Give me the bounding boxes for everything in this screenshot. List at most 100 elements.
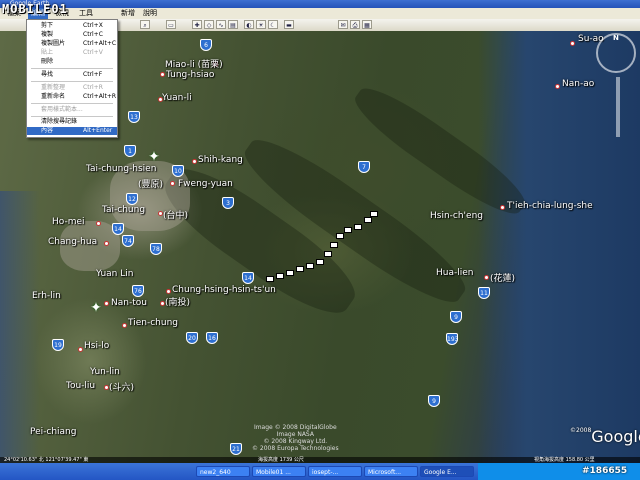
place-tienchung[interactable]: Tien-chung — [128, 318, 178, 328]
track-point[interactable] — [266, 276, 274, 282]
taskbar-button[interactable]: new2_640 — [196, 466, 250, 477]
menu-item-properties[interactable]: 內容 Alt+Enter — [27, 127, 117, 135]
place-fengyuan[interactable]: Fweng-yuan — [178, 179, 233, 189]
track-point[interactable] — [370, 211, 378, 217]
place-hsilo[interactable]: Hsi-lo — [84, 341, 109, 351]
track-point[interactable] — [324, 251, 332, 257]
sidebar-toggle-icon[interactable]: ▭ — [166, 20, 176, 29]
menu-item-refresh: 重新整理 Ctrl+R — [27, 84, 117, 92]
place-tungshiao[interactable]: Tung-hsiao — [166, 70, 214, 80]
placemark-icon[interactable]: ✚ — [192, 20, 202, 29]
menu-item-shortcut: Ctrl+V — [83, 49, 103, 56]
menu-item-shortcut: Alt+Enter — [83, 127, 113, 134]
menu-separator — [31, 103, 113, 104]
star-placemark-icon[interactable]: ✦ — [147, 150, 161, 164]
compass-north-icon: N — [613, 34, 619, 42]
place-taichunghsien[interactable]: Tai-chung-hsien — [86, 164, 156, 174]
road-shield-icon: 16 — [206, 332, 218, 344]
place-yunlin[interactable]: Yun-lin — [90, 367, 120, 377]
compass-control-icon[interactable]: N — [596, 33, 636, 73]
windows-taskbar: new2_640 Mobile01 ... iosept-... Microso… — [0, 463, 640, 480]
place-touliu-zh[interactable]: (斗六) — [109, 380, 134, 393]
taskbar-button[interactable]: Microsoft... — [364, 466, 418, 477]
menu-item-apply-style: 套用樣式範本... — [27, 106, 117, 114]
place-dot — [500, 205, 505, 210]
place-yuanli[interactable]: Yuan-li — [162, 93, 192, 103]
overlay-icon[interactable]: ▤ — [228, 20, 238, 29]
taskbar-button[interactable]: Mobile01 ... — [252, 466, 306, 477]
menu-item-rename[interactable]: 重新命名 Ctrl+Alt+R — [27, 93, 117, 101]
email-icon[interactable]: ✉ — [338, 20, 348, 29]
place-homei[interactable]: Ho-mei — [52, 217, 85, 227]
tour-icon[interactable]: ◐ — [244, 20, 254, 29]
menu-help[interactable]: 說明 — [140, 8, 160, 19]
place-shihkang[interactable]: Shih-kang — [198, 155, 243, 165]
copyright-line: Image NASA — [276, 431, 314, 438]
polygon-icon[interactable]: ◇ — [204, 20, 214, 29]
place-yuanlin[interactable]: Yuan Lin — [96, 269, 133, 279]
track-point[interactable] — [276, 273, 284, 279]
place-dot — [96, 221, 101, 226]
track-point[interactable] — [286, 270, 294, 276]
track-point[interactable] — [364, 217, 372, 223]
menu-item-clear-history[interactable]: 清除搜尋記錄 — [27, 118, 117, 126]
place-taichung[interactable]: Tai-chung — [102, 205, 145, 215]
menu-add[interactable]: 新增 — [118, 8, 138, 19]
place-peichiang[interactable]: Pei-chiang — [30, 427, 76, 437]
road-shield-icon: 14 — [242, 272, 254, 284]
menu-separator — [31, 81, 113, 82]
place-nanao[interactable]: Nan-ao — [562, 79, 594, 89]
menu-item-label: 套用樣式範本... — [41, 106, 83, 113]
place-changhua[interactable]: Chang-hua — [48, 237, 97, 247]
place-chunghsing[interactable]: Chung-hsing-hsin-ts'un — [172, 285, 276, 295]
menu-tools[interactable]: 工具 — [76, 8, 96, 19]
place-touliu[interactable]: Tou-liu — [66, 381, 95, 391]
place-tiehchia[interactable]: T'ieh-chia-lung-she — [507, 201, 593, 211]
sunlight-icon[interactable]: ☀ — [256, 20, 266, 29]
track-point[interactable] — [330, 242, 338, 248]
view-maps-icon[interactable]: ▦ — [362, 20, 372, 29]
menu-item-shortcut: Ctrl+F — [83, 71, 103, 78]
menu-item-label: 重新整理 — [41, 84, 66, 91]
taskbar-button[interactable]: iosept-... — [308, 466, 362, 477]
menu-item-shortcut: Ctrl+Alt+C — [83, 40, 117, 47]
track-point[interactable] — [344, 227, 352, 233]
track-point[interactable] — [306, 263, 314, 269]
place-erhlin[interactable]: Erh-lin — [32, 291, 61, 301]
road-shield-icon: 76 — [132, 285, 144, 297]
place-hualien-zh[interactable]: (花蓮) — [490, 271, 515, 284]
copyright-line: © 2008 Europa Technologies — [252, 445, 339, 452]
track-point[interactable] — [316, 259, 324, 265]
menu-item-delete[interactable]: 刪除 — [27, 58, 117, 66]
menu-item-cut[interactable]: 剪下 Ctrl+X — [27, 22, 117, 30]
taskbar-button-active[interactable]: Google E... — [420, 466, 474, 477]
road-shield-icon: 21 — [230, 443, 242, 455]
ruler-icon[interactable]: ▬ — [284, 20, 294, 29]
menu-item-find[interactable]: 尋找 Ctrl+F — [27, 71, 117, 79]
zoom-slider[interactable] — [616, 77, 620, 137]
print-icon[interactable]: ⎙ — [350, 20, 360, 29]
place-nantou-zh[interactable]: (南投) — [165, 295, 190, 308]
track-point[interactable] — [354, 224, 362, 230]
place-nantou[interactable]: Nan-tou — [111, 298, 147, 308]
place-hsincheng[interactable]: Hsin-ch'eng — [430, 211, 483, 221]
track-point[interactable] — [296, 266, 304, 272]
place-hualien[interactable]: Hua-lien — [436, 268, 473, 278]
menu-item-label: 清除搜尋記錄 — [41, 118, 78, 125]
sky-icon[interactable]: ☾ — [268, 20, 278, 29]
place-miaoli[interactable]: Miao-li (苗栗) — [165, 57, 223, 70]
place-dot — [166, 289, 171, 294]
imagery-copyright: Image © 2008 DigitalGlobe Image NASA © 2… — [252, 424, 339, 452]
place-fengyuan-zh[interactable]: (豐原) — [138, 177, 163, 190]
menu-item-copy-image[interactable]: 複製圖片 Ctrl+Alt+C — [27, 40, 117, 48]
path-icon[interactable]: ∿ — [216, 20, 226, 29]
menu-item-label: 重新命名 — [41, 93, 66, 100]
star-placemark-icon[interactable]: ✦ — [89, 301, 103, 315]
place-taichung-zh[interactable]: (台中) — [163, 208, 188, 221]
road-shield-icon: 1 — [124, 145, 136, 157]
menu-item-copy[interactable]: 複製 Ctrl+C — [27, 31, 117, 39]
track-point[interactable] — [336, 233, 344, 239]
edit-menu-dropdown: 剪下 Ctrl+X 複製 Ctrl+C 複製圖片 Ctrl+Alt+C 貼上 Ctrl+… — [26, 19, 118, 138]
search-icon[interactable]: ⌕ — [140, 20, 150, 29]
google-logo-text: Google — [591, 427, 640, 446]
